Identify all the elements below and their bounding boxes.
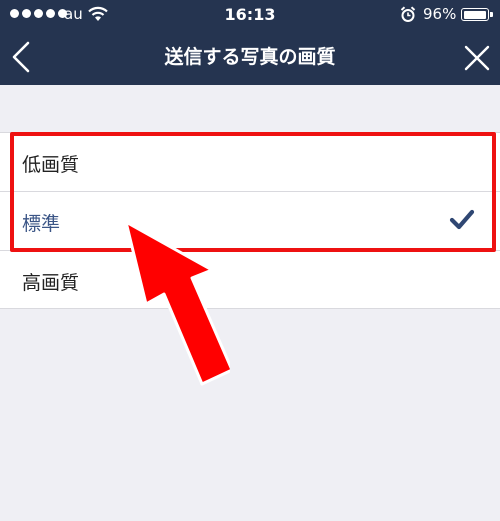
close-icon[interactable]	[464, 45, 490, 71]
battery-icon	[461, 8, 493, 21]
option-standard[interactable]: 標準	[0, 191, 500, 250]
option-label: 高画質	[22, 272, 80, 294]
battery-fill	[463, 10, 486, 19]
status-bar: au 16:13 96%	[0, 0, 500, 30]
checkmark-icon	[449, 209, 475, 230]
page-title: 送信する写真の画質	[164, 46, 336, 68]
battery-percent: 96%	[423, 5, 457, 23]
option-high-quality[interactable]: 高画質	[0, 250, 500, 309]
option-label: 低画質	[22, 154, 80, 176]
quality-options-list: 低画質 標準 高画質	[0, 132, 500, 309]
alarm-icon	[400, 6, 416, 22]
option-label: 標準	[22, 213, 61, 235]
header-bar: au 16:13 96% 送信する写真の画質	[0, 0, 500, 85]
option-low-quality[interactable]: 低画質	[0, 132, 500, 191]
